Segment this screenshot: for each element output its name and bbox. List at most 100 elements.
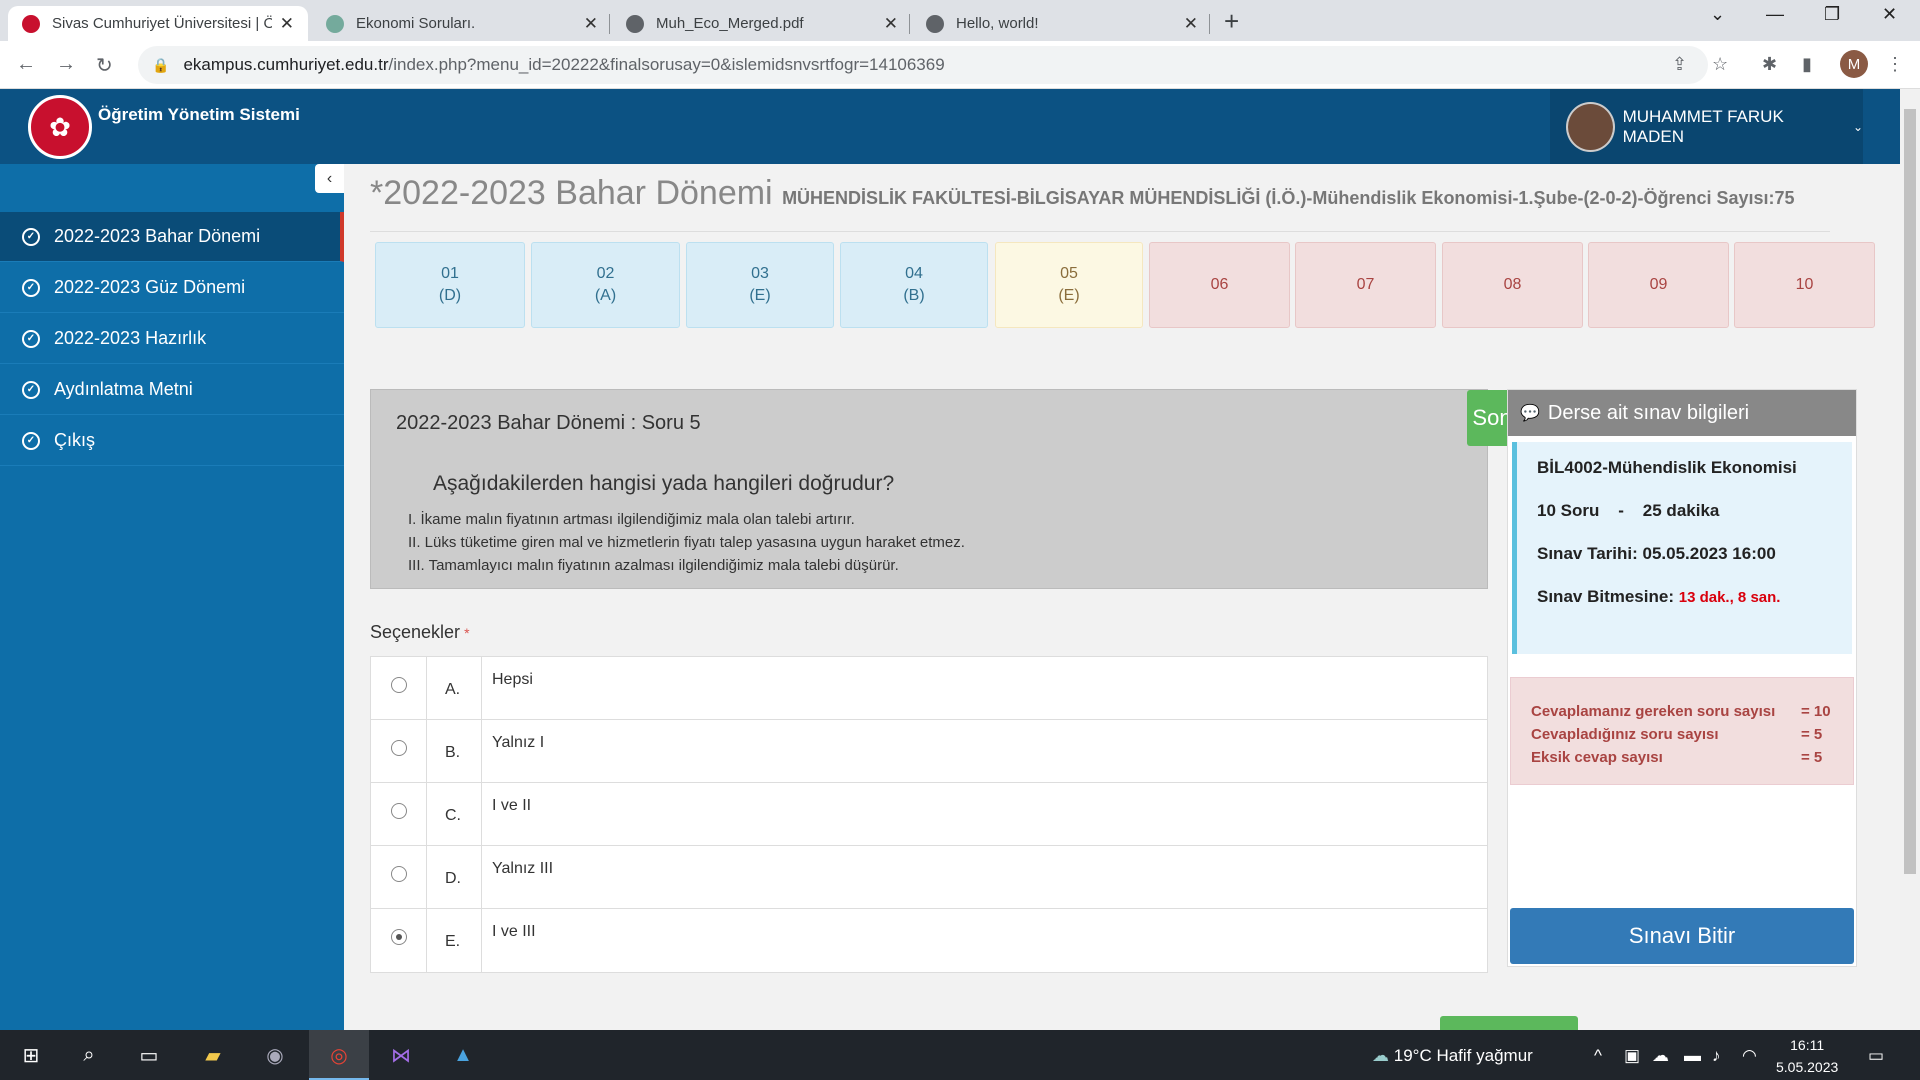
search-icon[interactable]: ⌕: [76, 1042, 102, 1068]
options-table: A. Hepsi B. Yalnız I C. I ve II D. Yalnı…: [370, 656, 1488, 973]
close-tab-icon[interactable]: ✕: [1184, 14, 1198, 34]
question-nav-button[interactable]: 09: [1588, 242, 1729, 328]
sidebar-item-aydinlatma[interactable]: ✓ Aydınlatma Metni: [0, 365, 344, 415]
tab-search-chevron-icon[interactable]: ⌄: [1710, 4, 1725, 25]
question-nav-button[interactable]: 07: [1295, 242, 1436, 328]
taskbar-clock[interactable]: 16:11 5.05.2023: [1776, 1034, 1838, 1078]
page-scrollbar[interactable]: [1900, 89, 1920, 1030]
question-number: 05: [1060, 265, 1078, 282]
close-window-icon[interactable]: ✕: [1882, 4, 1897, 25]
course-name: BİL4002-Mühendislik Ekonomisi: [1537, 458, 1797, 477]
task-view-icon[interactable]: ▭: [136, 1042, 162, 1068]
onedrive-icon[interactable]: ☁: [1652, 1046, 1669, 1066]
question-text: Aşağıdakilerden hangisi yada hangileri d…: [433, 472, 895, 495]
option-letter: C.: [427, 783, 482, 845]
question-nav-button[interactable]: 04 (B): [840, 242, 988, 328]
university-logo[interactable]: ✿: [28, 95, 92, 159]
extensions-icon[interactable]: ✱: [1762, 54, 1777, 75]
radio-cell: [371, 657, 427, 719]
back-icon[interactable]: ←: [16, 53, 36, 76]
option-text: Hepsi: [492, 671, 533, 688]
maximize-icon[interactable]: ❐: [1824, 4, 1840, 25]
user-menu[interactable]: MUHAMMET FARUK MADEN ⌄: [1550, 89, 1863, 164]
save-button-partial[interactable]: [1440, 1016, 1578, 1030]
question-nav-button[interactable]: 06: [1149, 242, 1290, 328]
notifications-icon[interactable]: ▭: [1868, 1046, 1884, 1066]
close-tab-icon[interactable]: ✕: [884, 14, 898, 34]
question-heading: 2022-2023 Bahar Dönemi : Soru 5: [396, 412, 701, 434]
star-icon[interactable]: ☆: [1712, 54, 1728, 75]
question-nav-button[interactable]: 08: [1442, 242, 1583, 328]
question-nav-button[interactable]: 02 (A): [531, 242, 680, 328]
photos-icon[interactable]: ▲: [450, 1042, 476, 1068]
forward-icon[interactable]: →: [56, 53, 76, 76]
exam-info-header: 💬 Derse ait sınav bilgileri: [1508, 390, 1856, 436]
page-title-text: *2022-2023 Bahar Dönemi: [370, 174, 773, 212]
weather-text: 19°C Hafif yağmur: [1393, 1046, 1533, 1065]
question-nav-button[interactable]: 01 (D): [375, 242, 525, 328]
side-panel-icon[interactable]: ▮: [1802, 54, 1812, 75]
menu-kebab-icon[interactable]: ⋮: [1886, 54, 1904, 75]
profile-avatar[interactable]: M: [1840, 50, 1868, 78]
weather-widget[interactable]: ☁ 19°C Hafif yağmur: [1372, 1046, 1533, 1066]
chrome-icon[interactable]: ◎: [326, 1042, 352, 1068]
volume-icon[interactable]: ♪: [1712, 1046, 1721, 1066]
question-statement: II. Lüks tüketime giren mal ve hizmetler…: [408, 534, 965, 551]
sidebar-item-guz[interactable]: ✓ 2022-2023 Güz Dönemi: [0, 263, 344, 313]
new-tab-icon[interactable]: +: [1224, 6, 1239, 37]
question-statement: III. Tamamlayıcı malın fiyatının azalmas…: [408, 557, 899, 574]
user-avatar: [1566, 101, 1615, 152]
option-row-a[interactable]: A. Hepsi: [371, 657, 1487, 720]
wifi-icon[interactable]: ◠: [1742, 1046, 1757, 1066]
options-label-text: Seçenekler: [370, 622, 461, 642]
option-row-d[interactable]: D. Yalnız III: [371, 846, 1487, 909]
question-nav-button-current[interactable]: 05 (E): [995, 242, 1143, 328]
sidebar-item-cikis[interactable]: ✓ Çıkış: [0, 416, 344, 466]
question-number: 01: [441, 265, 459, 282]
option-radio[interactable]: [390, 803, 407, 819]
option-row-b[interactable]: B. Yalnız I: [371, 720, 1487, 783]
required-mark: *: [464, 625, 470, 641]
windows-start-icon[interactable]: ⊞: [18, 1042, 44, 1068]
browser-tab[interactable]: Hello, world! ✕: [912, 6, 1212, 41]
battery-icon[interactable]: ▬: [1684, 1046, 1701, 1066]
reload-icon[interactable]: ↻: [96, 53, 113, 78]
option-radio-selected[interactable]: [390, 929, 407, 945]
option-row-e[interactable]: E. I ve III: [371, 909, 1487, 972]
sidebar-item-label: 2022-2023 Bahar Dönemi: [54, 226, 261, 246]
close-tab-icon[interactable]: ✕: [584, 14, 598, 34]
meet-icon[interactable]: ▣: [1624, 1046, 1640, 1066]
option-radio[interactable]: [390, 677, 407, 693]
share-icon[interactable]: ⇪: [1672, 54, 1687, 75]
question-nav-button[interactable]: 03 (E): [686, 242, 834, 328]
exam-summary: 10 Soru - 25 dakika: [1537, 501, 1720, 520]
minimize-icon[interactable]: —: [1766, 4, 1784, 25]
tray-chevron-icon[interactable]: ^: [1594, 1046, 1602, 1066]
browser-tab[interactable]: Sivas Cumhuriyet Üniversitesi | Ö ✕: [8, 6, 308, 41]
scrollbar-thumb[interactable]: [1904, 109, 1916, 874]
lock-icon[interactable]: 🔒: [152, 57, 169, 74]
option-radio[interactable]: [390, 866, 407, 882]
option-row-c[interactable]: C. I ve II: [371, 783, 1487, 846]
browser-tab[interactable]: Ekonomi Soruları. ✕: [312, 6, 612, 41]
browser-tab-strip: Sivas Cumhuriyet Üniversitesi | Ö ✕ Ekon…: [0, 0, 1920, 41]
question-nav-button[interactable]: 10: [1734, 242, 1875, 328]
question-number: 08: [1503, 276, 1522, 293]
sidebar-item-hazirlik[interactable]: ✓ 2022-2023 Hazırlık: [0, 314, 344, 364]
finish-exam-button[interactable]: Sınavı Bitir: [1510, 908, 1854, 964]
file-explorer-icon[interactable]: ▰: [200, 1042, 226, 1068]
stat-value: = 10: [1801, 703, 1831, 720]
option-radio[interactable]: [390, 740, 407, 756]
option-text: Yalnız I: [492, 734, 545, 751]
close-tab-icon[interactable]: ✕: [280, 14, 294, 34]
sidebar-collapse-button[interactable]: ‹: [315, 164, 344, 193]
site-brand[interactable]: Öğretim Yönetim Sistemi: [98, 105, 300, 125]
address-bar[interactable]: 🔒 ekampus.cumhuriyet.edu.tr/index.php?me…: [138, 46, 1708, 84]
sidebar-item-bahar[interactable]: ✓ 2022-2023 Bahar Dönemi: [0, 212, 344, 262]
time-remaining-value: 13 dak., 8 san.: [1678, 589, 1781, 606]
radio-cell: [371, 720, 427, 782]
paint-icon[interactable]: ◉: [262, 1042, 288, 1068]
browser-tab[interactable]: Muh_Eco_Merged.pdf ✕: [612, 6, 912, 41]
globe-icon: [926, 14, 944, 33]
visual-studio-icon[interactable]: ⋈: [388, 1042, 414, 1068]
